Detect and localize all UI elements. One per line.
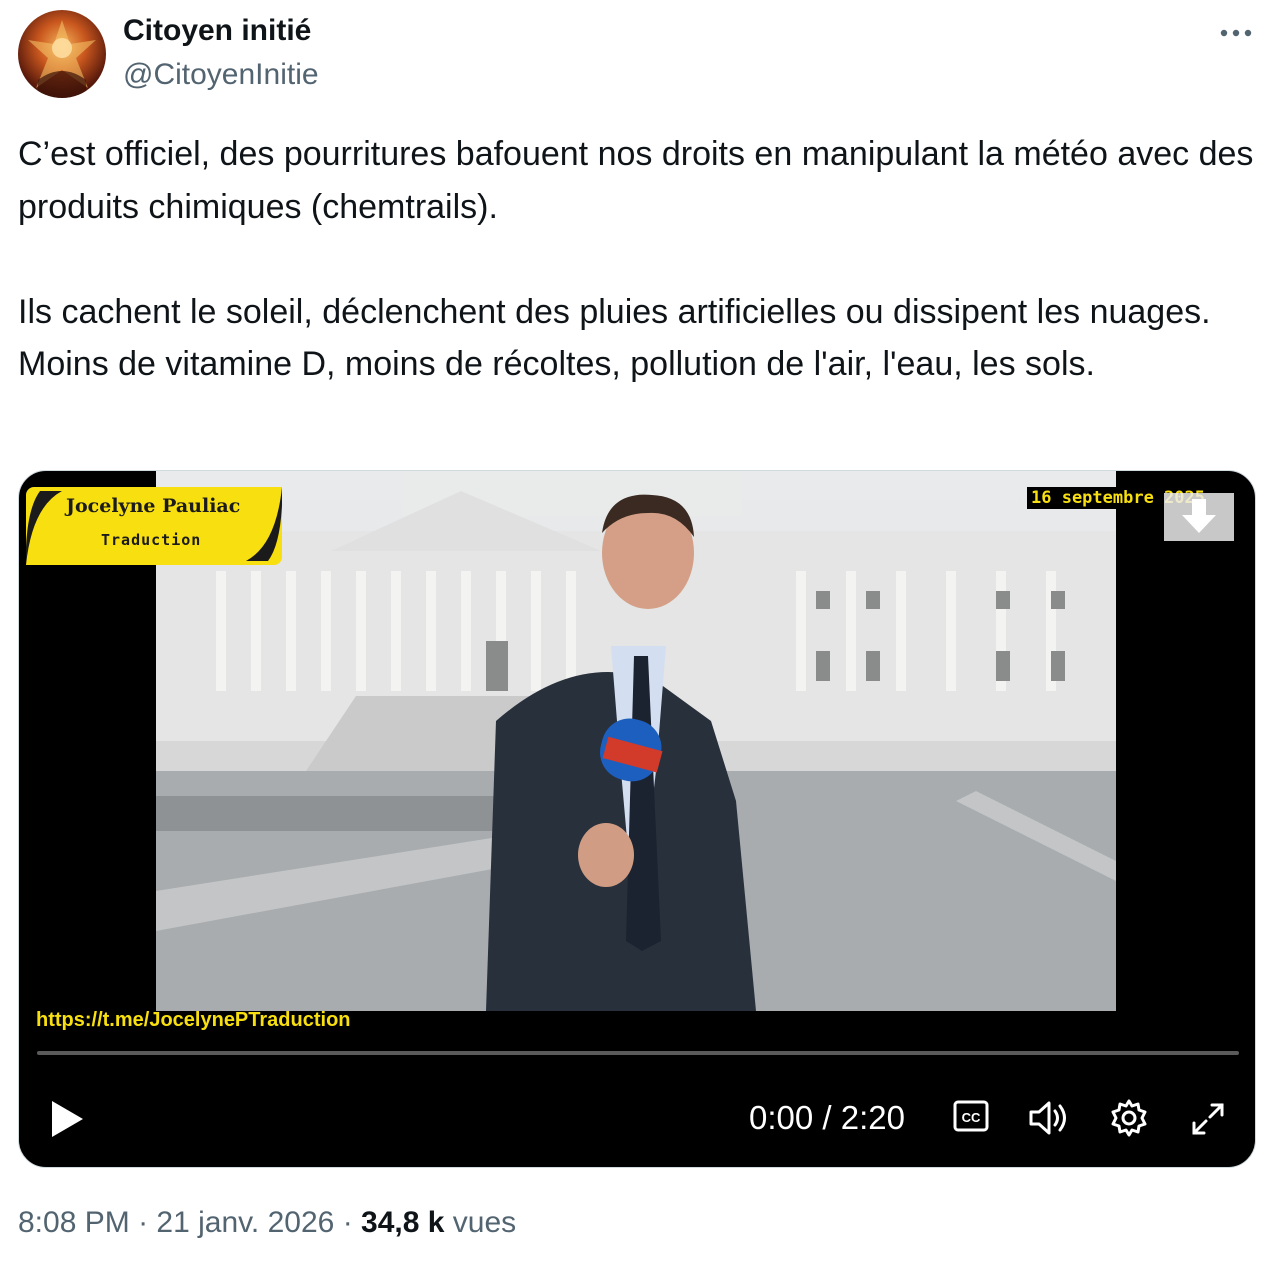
translator-logo: Jocelyne Pauliac Traduction [26,487,282,565]
fullscreen-icon[interactable] [1190,1101,1226,1137]
tweet-text: C’est officiel, des pourritures bafouent… [18,128,1258,391]
video-player[interactable]: Jocelyne Pauliac Traduction 16 septembre… [18,470,1256,1168]
closed-captions-icon[interactable]: CC [953,1098,989,1134]
tweet-time[interactable]: 8:08 PM [18,1206,130,1239]
video-url-overlay: https://t.me/JocelynePTraduction [36,1009,351,1031]
svg-text:CC: CC [962,1110,981,1125]
meta-separator: · [342,1206,353,1239]
video-frame[interactable] [156,471,1116,1011]
avatar-icon[interactable] [18,10,106,98]
download-icon[interactable] [1164,493,1234,541]
tweet-header: Citoyen initié @CitoyenInitie [18,10,1262,100]
settings-gear-icon[interactable] [1109,1098,1149,1138]
video-progress-bar[interactable] [37,1051,1239,1055]
author-display-name[interactable]: Citoyen initié [123,14,311,48]
meta-separator: · [138,1206,149,1239]
play-icon[interactable] [49,1099,85,1139]
views-label: vues [452,1206,517,1239]
volume-icon[interactable] [1027,1098,1071,1138]
tweet-meta: 8:08 PM · 21 janv. 2026 · 34,8 k vues [18,1206,516,1240]
logo-name-text: Jocelyne Pauliac [66,495,241,517]
tweet-paragraph-1: C’est officiel, des pourritures bafouent… [18,135,1254,226]
video-time-display: 0:00 / 2:20 [749,1099,905,1136]
tweet-paragraph-2: Ils cachent le soleil, déclenchent des p… [18,292,1211,384]
more-dots-icon[interactable] [1216,18,1256,48]
author-handle[interactable]: @CitoyenInitie [123,58,319,92]
logo-sub-text: Traduction [101,531,202,549]
tweet-date[interactable]: 21 janv. 2026 [156,1206,334,1239]
views-count: 34,8 k [361,1206,445,1239]
